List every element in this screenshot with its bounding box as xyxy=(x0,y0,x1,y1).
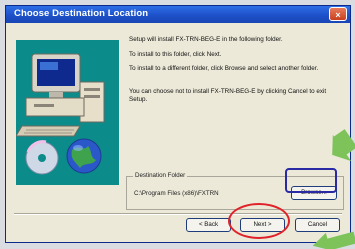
arrow-to-browse-icon xyxy=(332,129,355,162)
close-icon[interactable]: × xyxy=(329,7,347,21)
window-title: Choose Destination Location xyxy=(14,8,149,19)
title-bar[interactable]: Choose Destination Location × xyxy=(6,6,350,23)
destination-path: C:\Program Files (x86)\FXTRN xyxy=(134,190,219,197)
button-divider xyxy=(14,213,342,215)
cancel-instruction-text: You can choose not to install FX-TRN-BEG… xyxy=(129,88,327,103)
setup-illustration xyxy=(15,40,119,185)
setup-dialog: Choose Destination Location × Setup will… xyxy=(5,5,351,243)
browse-instruction-text: To install to a different folder, click … xyxy=(129,65,319,72)
next-highlight-circle xyxy=(228,203,290,239)
back-button[interactable]: < Back xyxy=(186,218,231,232)
next-instruction-text: To install to this folder, click Next. xyxy=(129,51,222,58)
browse-highlight-box xyxy=(285,168,337,193)
globe-icon xyxy=(66,138,102,174)
intro-text: Setup will install FX-TRN-BEG-E in the f… xyxy=(129,36,283,43)
arrow-to-next-icon xyxy=(312,231,355,249)
destination-folder-label: Destination Folder xyxy=(133,172,188,179)
